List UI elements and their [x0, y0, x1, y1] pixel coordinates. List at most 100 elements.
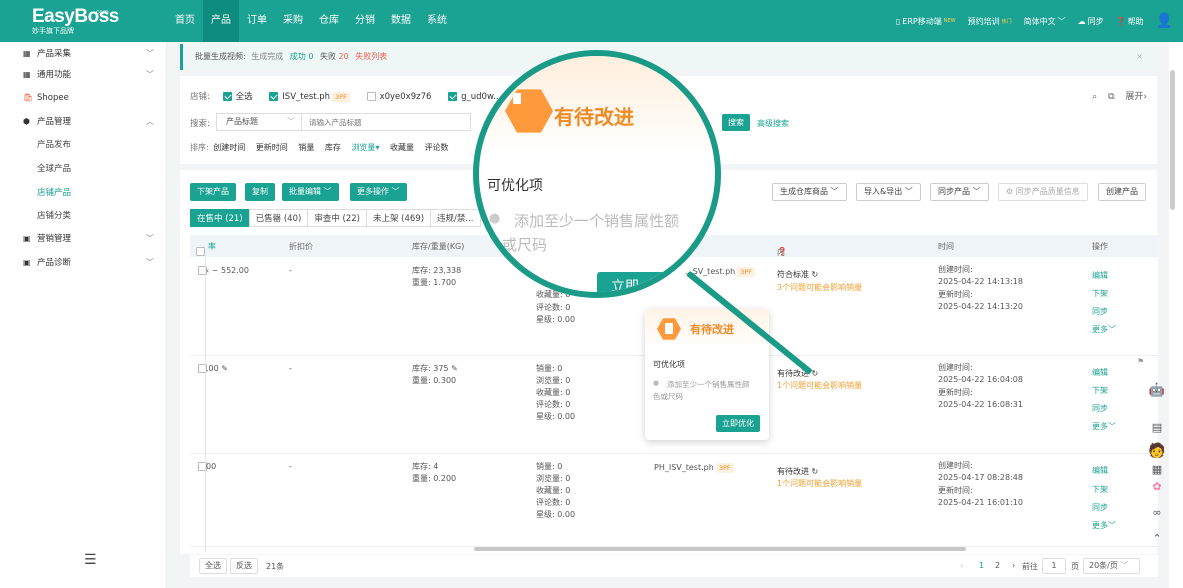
sort-stock[interactable]: 库存 — [325, 143, 341, 152]
pencil-icon[interactable]: ✎ — [221, 364, 228, 373]
fail-list-link[interactable]: 失败列表 — [355, 52, 387, 61]
search-input[interactable] — [301, 113, 471, 131]
search-type-select[interactable]: 产品标题 ﹀ — [216, 113, 302, 131]
sync-link[interactable]: ☁ 同步 — [1078, 16, 1104, 27]
collapse-menu-icon[interactable]: ☰ — [84, 552, 97, 568]
flag-icon[interactable]: ⚑ — [1137, 356, 1144, 369]
row-stock: 库存: 23,338 — [412, 266, 462, 275]
quality-note[interactable]: 1个问题可能会影响销量 — [777, 380, 862, 393]
quality-label: 符合标准 — [777, 270, 809, 279]
search-icon[interactable]: ⌕ — [1092, 92, 1097, 102]
document-icon[interactable]: ▤ — [1142, 421, 1172, 441]
language-select[interactable]: 简体中文 ﹀ — [1024, 16, 1066, 27]
more-link[interactable]: 更多﹀ — [1092, 324, 1116, 337]
sidebar-item-global[interactable]: 全球产品 — [0, 157, 167, 181]
nav-products[interactable]: 产品 — [203, 0, 239, 42]
create-product-button[interactable]: 创建产品 — [1098, 183, 1146, 201]
sort-created[interactable]: 创建时间 — [213, 143, 245, 152]
search-button[interactable]: 搜索 — [722, 114, 750, 131]
prev-page-icon[interactable]: ‹ — [960, 561, 963, 570]
tab-reviewing[interactable]: 审查中 (22) — [307, 209, 367, 227]
batch-edit-button[interactable]: 批量编辑 ﹀ — [282, 183, 339, 201]
vertical-scrollbar[interactable] — [1170, 70, 1175, 210]
import-export-button[interactable]: 导入&导出 ﹀ — [856, 183, 921, 201]
pencil-icon[interactable]: ✎ — [451, 364, 458, 373]
help-link[interactable]: ❓ 帮助 — [1116, 16, 1144, 27]
copy-icon[interactable]: ⧉ — [1108, 92, 1114, 102]
training-link[interactable]: 预约培训 热门 — [968, 16, 1012, 27]
footer-select-all-button[interactable]: 全选 — [199, 558, 227, 574]
erp-mobile-link[interactable]: ▯ ERP移动端 NEW — [896, 16, 956, 27]
sort-sales[interactable]: 销量 — [298, 143, 314, 152]
sort-updated[interactable]: 更新时间 — [256, 143, 288, 152]
select-all-stores[interactable]: 全选 — [222, 92, 253, 102]
more-link[interactable]: 更多﹀ — [1092, 520, 1116, 533]
nav-system[interactable]: 系统 — [419, 0, 455, 42]
page-2[interactable]: 2 — [995, 561, 1000, 570]
sidebar-item-store-products[interactable]: 店铺产品 — [0, 181, 167, 205]
horizontal-scrollbar[interactable] — [474, 547, 966, 551]
delist-link[interactable]: 下架 — [1092, 385, 1108, 398]
optimize-now-button[interactable]: 立即优化 — [716, 415, 760, 432]
copy-button[interactable]: 复制 — [245, 183, 275, 201]
user-avatar[interactable]: 👤 — [1156, 13, 1173, 29]
more-link[interactable]: 更多﹀ — [1092, 421, 1116, 434]
nav-distribution[interactable]: 分销 — [347, 0, 383, 42]
tab-unlisted[interactable]: 未上架 (469) — [365, 209, 432, 227]
app-logo[interactable]: EasyBoss .com 妙手旗下品牌 — [32, 7, 152, 37]
edit-link[interactable]: 编辑 — [1092, 270, 1108, 283]
advanced-search-link[interactable]: 高级搜索 — [757, 118, 789, 129]
sync-link[interactable]: 同步 — [1092, 502, 1108, 515]
nav-data[interactable]: 数据 — [383, 0, 419, 42]
nav-purchase[interactable]: 采购 — [275, 0, 311, 42]
nav-warehouse[interactable]: 仓库 — [311, 0, 347, 42]
nav-orders[interactable]: 订单 — [239, 0, 275, 42]
sidebar-item-store-category[interactable]: 店铺分类 — [0, 204, 167, 228]
sidebar-item-common[interactable]: ▦ 通用功能 ﹀ — [0, 63, 167, 87]
edit-link[interactable]: 编辑 — [1092, 465, 1108, 478]
quality-status[interactable]: 符合标准 ↻ — [777, 269, 818, 282]
robot-icon[interactable]: 🤖 — [1142, 383, 1172, 403]
sidebar-item-marketing[interactable]: ▣ 营销管理 ﹀ — [0, 227, 167, 251]
store-option[interactable]: x0ye0x9z76 — [366, 92, 431, 102]
page-input[interactable]: 1 — [1042, 558, 1066, 574]
delist-products-button[interactable]: 下架产品 — [190, 183, 236, 201]
tab-violation[interactable]: 违规/禁... — [430, 209, 481, 227]
store-option[interactable]: ISV_test.ph 3PF — [269, 92, 350, 102]
refresh-icon[interactable]: ↻ — [812, 270, 819, 279]
sidebar-item-product-mgmt[interactable]: ⬢ 产品管理 ︿ — [0, 110, 167, 134]
sidebar-item-shopee[interactable]: 🛍 Shopee — [0, 86, 167, 110]
delist-link[interactable]: 下架 — [1092, 484, 1108, 497]
sync-link[interactable]: 同步 — [1092, 306, 1108, 319]
page-1[interactable]: 1 — [979, 561, 984, 570]
gift-icon[interactable]: ✿ — [1142, 480, 1172, 500]
support-avatar-icon[interactable]: 🧑 — [1142, 443, 1172, 463]
back-to-top-icon[interactable]: ⌃ — [1142, 532, 1172, 552]
expand-toggle[interactable]: 展开 — [1125, 92, 1143, 102]
sidebar-item-diagnose[interactable]: ▣ 产品诊断 ﹀ — [0, 251, 167, 275]
refresh-icon[interactable]: ↻ — [812, 467, 819, 476]
page-size-select[interactable]: 20条/页 ﹀ — [1083, 558, 1140, 574]
more-actions-button[interactable]: 更多操作 ﹀ — [350, 183, 407, 201]
quality-note[interactable]: 1个问题可能会影响销量 — [777, 478, 862, 491]
sync-products-button[interactable]: 同步产品 ﹀ — [930, 183, 989, 201]
quality-status[interactable]: 有待改进 ↻ — [777, 466, 818, 479]
delist-link[interactable]: 下架 — [1092, 288, 1108, 301]
next-page-icon[interactable]: › — [1012, 561, 1015, 570]
sort-reviews[interactable]: 评论数 — [425, 143, 449, 152]
sync-link[interactable]: 同步 — [1092, 403, 1108, 416]
refresh-icon[interactable]: ↻ — [812, 369, 819, 378]
nav-home[interactable]: 首页 — [167, 0, 203, 42]
edit-link[interactable]: 编辑 — [1092, 367, 1108, 380]
sync-quality-button[interactable]: ⚙ 同步产品质量信息 — [998, 183, 1088, 201]
tab-on-sale[interactable]: 在售中 (21) — [190, 209, 250, 227]
footer-invert-button[interactable]: 反选 — [230, 558, 258, 574]
generate-warehouse-button[interactable]: 生成仓库商品 ﹀ — [772, 183, 847, 201]
tab-sold-out[interactable]: 已售罄 (40) — [248, 209, 309, 227]
link-icon[interactable]: ∞ — [1142, 506, 1172, 526]
sort-views[interactable]: 浏览量▾ — [351, 143, 379, 152]
quality-note[interactable]: 3个问题可能会影响销量 — [777, 282, 862, 295]
sort-favorites[interactable]: 收藏量 — [390, 143, 414, 152]
sidebar-item-publish[interactable]: 产品发布 — [0, 133, 167, 157]
close-icon[interactable]: × — [1136, 44, 1143, 70]
